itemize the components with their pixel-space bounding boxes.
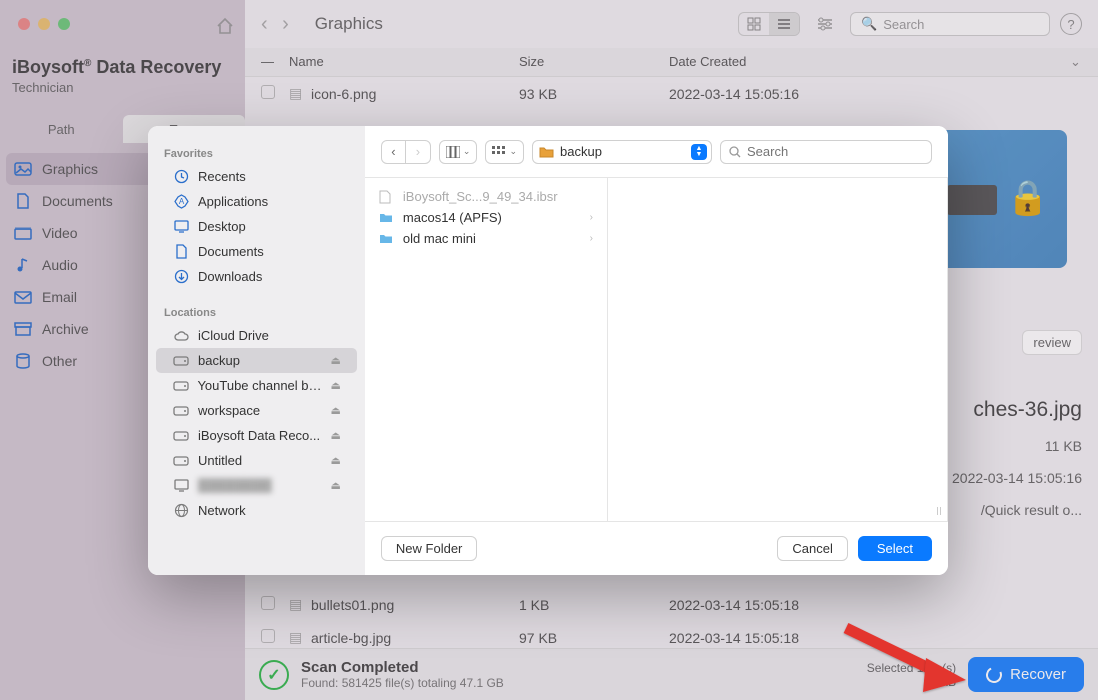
picker-footer: New Folder Cancel Select	[365, 521, 948, 575]
chevron-down-icon: ⌄	[463, 146, 471, 157]
folder-item[interactable]: macos14 (APFS) ›	[365, 207, 607, 228]
eject-icon[interactable]: ⏏	[331, 429, 341, 442]
documents-icon	[172, 244, 190, 259]
column-view-button[interactable]: ⌄	[439, 140, 478, 164]
eject-icon[interactable]: ⏏	[331, 379, 341, 392]
globe-icon	[172, 503, 190, 518]
nav-buttons: ‹ ›	[381, 140, 431, 164]
sidebar-item-desktop[interactable]: Desktop	[156, 214, 357, 239]
desktop-icon	[172, 220, 190, 233]
file-label: macos14 (APFS)	[403, 210, 582, 225]
sidebar-item-backup[interactable]: backup ⏏	[156, 348, 357, 373]
disk-icon	[172, 381, 189, 391]
apps-icon: A	[172, 194, 190, 209]
icon-size-button[interactable]: ⌄	[485, 140, 524, 164]
item-label: workspace	[198, 403, 260, 418]
section-locations: Locations	[148, 301, 365, 323]
sidebar-item-recents[interactable]: Recents	[156, 164, 357, 189]
item-label: Downloads	[198, 269, 262, 284]
sidebar-item-iboysoft-disk[interactable]: iBoysoft Data Reco... ⏏	[156, 423, 357, 448]
item-label: iCloud Drive	[198, 328, 269, 343]
cancel-button[interactable]: Cancel	[777, 536, 847, 561]
folder-icon	[379, 233, 395, 244]
resize-handle[interactable]	[930, 507, 948, 515]
sidebar-item-youtube[interactable]: YouTube channel ba... ⏏	[156, 373, 357, 398]
grid-icon	[492, 146, 506, 158]
sidebar-item-downloads[interactable]: Downloads	[156, 264, 357, 289]
path-selector[interactable]: backup ▲▼	[532, 140, 712, 164]
file-label: iBoysoft_Sc...9_49_34.ibsr	[403, 189, 593, 204]
sidebar-item-icloud[interactable]: iCloud Drive	[156, 323, 357, 348]
search-icon	[729, 146, 741, 158]
item-label: Network	[198, 503, 246, 518]
search-input[interactable]	[747, 144, 923, 159]
picker-main: ‹ › ⌄ ⌄ backup ▲▼	[365, 126, 948, 575]
chevron-right-icon: ›	[590, 212, 593, 223]
item-label: YouTube channel ba...	[197, 378, 322, 393]
sidebar-item-redacted[interactable]: ████████ ⏏	[156, 473, 357, 498]
browser-column: iBoysoft_Sc...9_49_34.ibsr macos14 (APFS…	[365, 178, 608, 521]
picker-toolbar: ‹ › ⌄ ⌄ backup ▲▼	[365, 126, 948, 178]
chevron-right-icon: ›	[590, 233, 593, 244]
eject-icon[interactable]: ⏏	[331, 404, 341, 417]
sidebar-item-applications[interactable]: A Applications	[156, 189, 357, 214]
svg-text:A: A	[178, 197, 184, 206]
picker-sidebar: Favorites Recents AApplications Desktop …	[148, 126, 365, 575]
cloud-icon	[172, 330, 190, 342]
item-label: Desktop	[198, 219, 246, 234]
chevron-down-icon: ⌄	[509, 146, 517, 157]
path-name: backup	[560, 144, 685, 159]
item-label: iBoysoft Data Reco...	[198, 428, 320, 443]
eject-icon[interactable]: ⏏	[331, 479, 341, 492]
back-button[interactable]: ‹	[382, 141, 406, 163]
sidebar-item-documents[interactable]: Documents	[156, 239, 357, 264]
folder-item[interactable]: old mac mini ›	[365, 228, 607, 249]
file-item[interactable]: iBoysoft_Sc...9_49_34.ibsr	[365, 186, 607, 207]
eject-icon[interactable]: ⏏	[331, 354, 341, 367]
clock-icon	[172, 169, 190, 184]
browser-column-empty	[608, 178, 948, 521]
eject-icon[interactable]: ⏏	[331, 454, 341, 467]
column-browser: iBoysoft_Sc...9_49_34.ibsr macos14 (APFS…	[365, 178, 948, 521]
columns-icon	[446, 146, 460, 158]
file-label: old mac mini	[403, 231, 582, 246]
forward-button[interactable]: ›	[406, 141, 430, 163]
file-picker-dialog: Favorites Recents AApplications Desktop …	[148, 126, 948, 575]
sidebar-item-network[interactable]: Network	[156, 498, 357, 523]
item-label: backup	[198, 353, 240, 368]
sidebar-item-workspace[interactable]: workspace ⏏	[156, 398, 357, 423]
path-dropdown-icon[interactable]: ▲▼	[691, 144, 707, 160]
disk-icon	[172, 431, 190, 441]
picker-search[interactable]	[720, 140, 932, 164]
disk-icon	[172, 406, 190, 416]
disk-icon	[172, 456, 190, 466]
document-icon	[379, 190, 395, 204]
folder-icon	[379, 212, 395, 223]
item-label: Untitled	[198, 453, 242, 468]
item-label: Documents	[198, 244, 264, 259]
item-label: Applications	[198, 194, 268, 209]
downloads-icon	[172, 269, 190, 284]
new-folder-button[interactable]: New Folder	[381, 536, 477, 561]
folder-icon	[539, 146, 554, 158]
select-button[interactable]: Select	[858, 536, 932, 561]
section-favorites: Favorites	[148, 142, 365, 164]
item-label: Recents	[198, 169, 246, 184]
monitor-icon	[172, 479, 190, 492]
disk-icon	[172, 356, 190, 366]
sidebar-item-untitled[interactable]: Untitled ⏏	[156, 448, 357, 473]
item-label-blurred: ████████	[198, 478, 272, 493]
